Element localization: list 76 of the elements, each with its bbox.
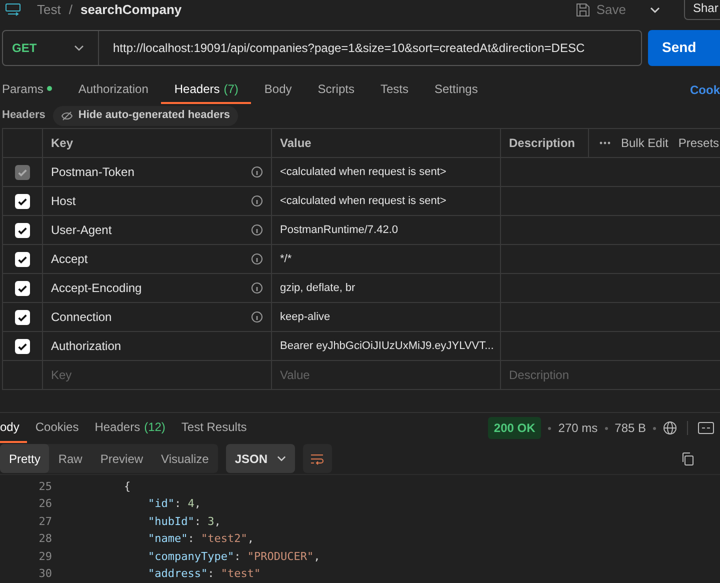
chevron-down-icon[interactable] <box>650 5 660 15</box>
header-key: Postman-Token <box>51 163 134 182</box>
wrap-button[interactable] <box>302 444 332 474</box>
header-key: User-Agent <box>51 221 112 240</box>
method-dropdown[interactable]: GET <box>3 30 99 65</box>
response-tab[interactable]: Test Results <box>173 413 255 444</box>
request-tab[interactable]: Headers (7) <box>161 74 252 104</box>
header-key: Host <box>51 192 76 210</box>
checkbox[interactable] <box>15 222 30 238</box>
section-title: Headers <box>2 108 46 124</box>
response-size: 785 B <box>614 420 646 438</box>
code-line: "name": "test2", <box>147 531 254 547</box>
header-key: Authorization <box>51 337 122 356</box>
checkbox[interactable] <box>15 252 30 267</box>
save-icon <box>576 3 590 17</box>
chevron-down-icon <box>74 42 84 53</box>
code-line: "companyType": "PRODUCER", <box>147 548 320 564</box>
wrap-icon <box>310 452 324 465</box>
request-tab[interactable]: Scripts <box>304 74 368 104</box>
request-tab[interactable]: Params <box>0 74 66 104</box>
line-number: 29 <box>38 548 52 564</box>
checkbox[interactable] <box>15 310 30 325</box>
request-name: searchCompany <box>80 1 182 20</box>
line-number: 30 <box>38 566 52 582</box>
header-key: Accept-Encoding <box>51 279 142 298</box>
hide-auto-headers-button[interactable]: Hide auto-generated headers <box>53 106 238 126</box>
status-badge: 200 OK <box>488 417 542 440</box>
code-line: "id": 4, <box>147 496 201 512</box>
response-tab[interactable]: Cookies <box>27 413 87 444</box>
line-number: 28 <box>38 531 52 547</box>
header-value: Bearer eyJhbGciOiJIUzUxMiJ9.eyJYLVVT... <box>280 339 494 354</box>
share-button[interactable]: Shar <box>684 0 720 20</box>
copy-icon[interactable] <box>681 452 694 466</box>
http-icon <box>5 3 21 17</box>
header-value: */* <box>280 252 292 268</box>
eye-off-icon <box>61 110 74 121</box>
line-number: 27 <box>38 514 52 530</box>
header-key: Accept <box>51 250 88 268</box>
breadcrumb-separator: / <box>68 1 72 20</box>
request-tab[interactable]: Body <box>251 74 305 104</box>
request-tab[interactable]: Tests <box>367 74 422 104</box>
column-header: Key <box>43 129 272 158</box>
response-tab[interactable]: Headers (12) <box>86 413 174 444</box>
checkbox[interactable] <box>15 338 30 354</box>
code-line: { <box>123 478 131 494</box>
column-header: Value <box>272 129 501 158</box>
header-value: gzip, deflate, br <box>280 281 356 296</box>
request-tab[interactable]: Authorization <box>65 74 162 104</box>
more-icon[interactable] <box>599 141 611 146</box>
bulk-edit-button[interactable]: Bulk Edit <box>621 134 668 152</box>
code-line: "hubId": 3, <box>147 514 221 530</box>
header-value: <calculated when request is sent> <box>280 194 446 210</box>
presets-button[interactable]: Presets <box>678 134 720 152</box>
line-number: 25 <box>38 478 52 494</box>
url-field[interactable]: http://localhost:19091/api/companies?page=1&size=10&sort=createdAt&direction=DESC <box>99 38 585 57</box>
send-button[interactable]: Send <box>648 30 720 66</box>
header-value: keep-alive <box>280 310 330 326</box>
code-line: "address": "test" <box>147 566 261 582</box>
column-header: Description <box>501 129 589 158</box>
collection-name[interactable]: Test <box>37 0 61 20</box>
line-number: 26 <box>38 496 52 512</box>
checkbox[interactable] <box>15 280 30 296</box>
header-value: PostmanRuntime/7.42.0 <box>280 223 398 238</box>
header-key: Connection <box>51 308 112 326</box>
cookies-link[interactable]: Cook <box>690 74 720 104</box>
format-tab[interactable]: Visualize <box>152 444 218 474</box>
format-tab[interactable]: Raw <box>49 444 92 474</box>
checkbox[interactable] <box>15 194 30 209</box>
globe-icon[interactable] <box>663 421 677 436</box>
request-tab[interactable]: Settings <box>421 74 491 104</box>
format-tab[interactable]: Preview <box>91 444 152 474</box>
header-value: <calculated when request is sent> <box>280 165 446 180</box>
language-dropdown[interactable]: JSON <box>226 444 295 474</box>
response-time: 270 ms <box>558 420 598 438</box>
chevron-down-icon <box>276 454 286 464</box>
format-tab[interactable]: Pretty <box>0 444 50 474</box>
